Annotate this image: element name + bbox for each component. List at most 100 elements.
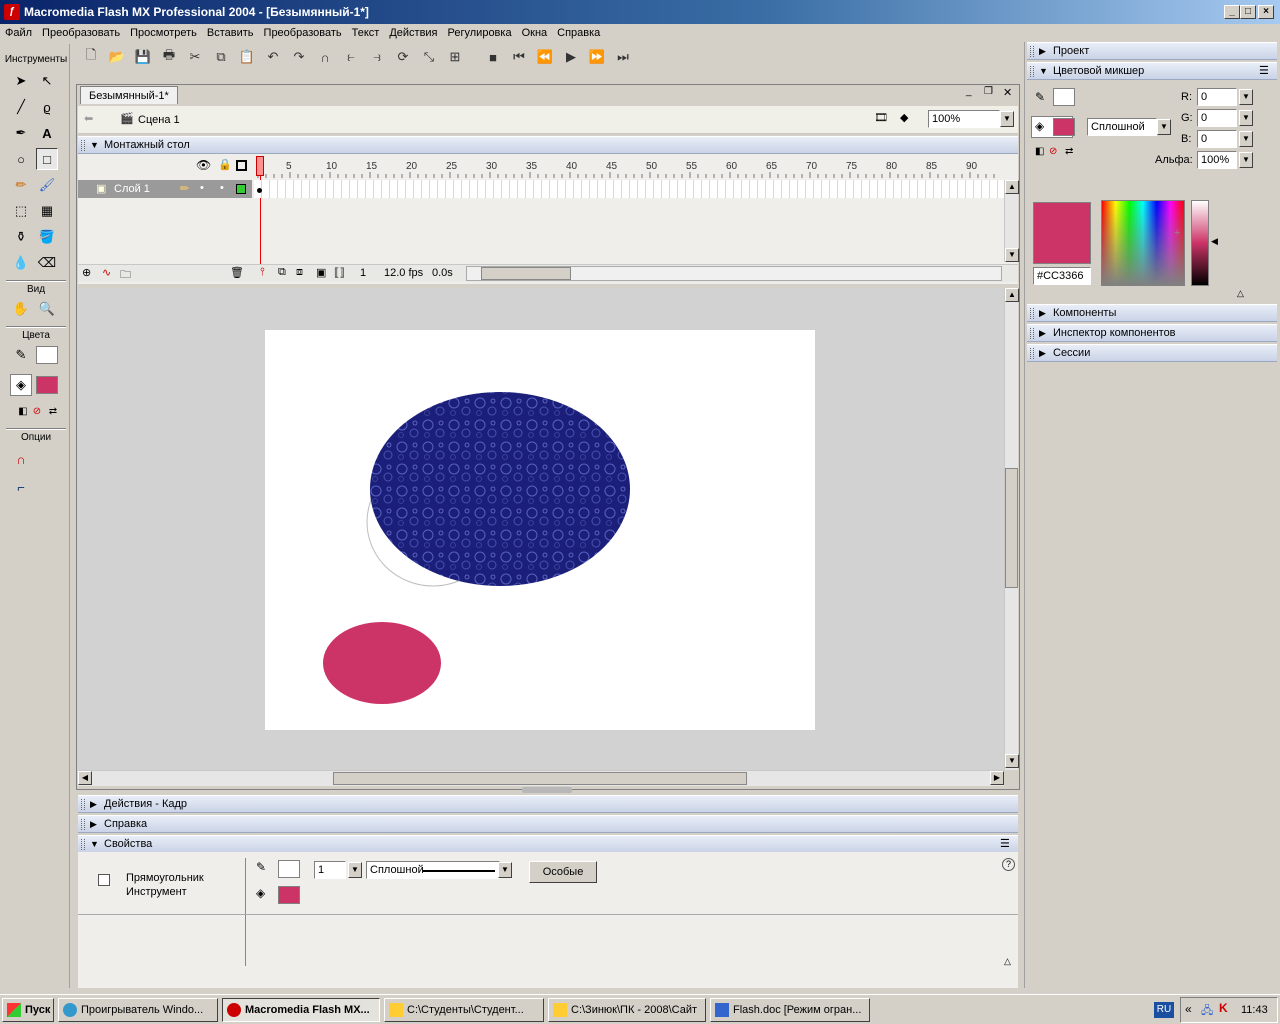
layer-name[interactable]: Слой 1: [114, 183, 150, 195]
timeline-hscroll[interactable]: [466, 266, 1002, 281]
rotate-icon[interactable]: ⟳: [392, 46, 414, 68]
task-media-player[interactable]: Проигрыватель Windo...: [58, 998, 218, 1022]
motion-guide-icon[interactable]: ∿: [102, 266, 111, 279]
g-arrow[interactable]: ▼: [1239, 110, 1253, 126]
redo-icon[interactable]: ↷: [288, 46, 310, 68]
lock-dot[interactable]: •: [220, 182, 224, 194]
properties-panel-header[interactable]: ▼ Свойства ☰: [78, 835, 1018, 853]
keyframe[interactable]: [257, 188, 262, 193]
outline-icon[interactable]: [236, 160, 247, 171]
undo-icon[interactable]: ↶: [262, 46, 284, 68]
align-icon[interactable]: ⊞: [444, 46, 466, 68]
arrow-tool-icon[interactable]: ➤: [10, 70, 32, 92]
menu-modify-2[interactable]: Преобразовать: [259, 27, 347, 39]
hand-tool-icon[interactable]: ✋: [10, 298, 32, 320]
pen-tool-icon[interactable]: ✒: [10, 122, 32, 144]
edit-multiple-icon[interactable]: ▣: [316, 266, 326, 279]
menu-text[interactable]: Текст: [347, 27, 385, 39]
help-icon[interactable]: ?: [1002, 858, 1015, 871]
fill-transform-tool-icon[interactable]: ▦: [36, 200, 58, 222]
save-icon[interactable]: 💾: [132, 46, 154, 68]
menu-file[interactable]: Файл: [0, 27, 37, 39]
mixer-no-color-icon[interactable]: ⊘: [1049, 146, 1057, 157]
task-flash[interactable]: Macromedia Flash MX...: [222, 998, 380, 1022]
expand-props-icon[interactable]: △: [1004, 956, 1011, 967]
layer-color-box[interactable]: [236, 184, 246, 194]
snap-icon[interactable]: ∩: [314, 46, 336, 68]
lock-icon[interactable]: 🔒: [218, 158, 232, 171]
back-arrow-icon[interactable]: ⬅: [84, 112, 93, 125]
fill-type-select[interactable]: Сплошной: [1087, 118, 1157, 136]
pink-ellipse[interactable]: [323, 622, 441, 704]
onion-outline-icon[interactable]: ⧈: [296, 266, 303, 279]
r-arrow[interactable]: ▼: [1239, 89, 1253, 105]
oval-tool-icon[interactable]: ○: [10, 148, 32, 170]
alpha-field[interactable]: 100%: [1197, 151, 1237, 169]
play-icon[interactable]: ▶: [560, 46, 582, 68]
stroke-size-arrow[interactable]: ▼: [348, 862, 362, 878]
open-file-icon[interactable]: 📂: [106, 46, 128, 68]
edit-scene-icon[interactable]: 🎞: [874, 111, 888, 124]
mixer-swap-icon[interactable]: ⇄: [1065, 146, 1073, 157]
menu-modify[interactable]: Преобразовать: [37, 27, 125, 39]
timeline-header[interactable]: ▼ Монтажный стол: [78, 136, 1018, 154]
free-transform-tool-icon[interactable]: ⬚: [10, 200, 32, 222]
smooth-icon[interactable]: ⥼: [340, 46, 362, 68]
fill-color-swatch[interactable]: [36, 376, 58, 394]
task-word-doc[interactable]: Flash.doc [Режим огран...: [710, 998, 870, 1022]
mixer-stroke-swatch[interactable]: [1053, 88, 1075, 106]
stop-icon[interactable]: ■: [482, 46, 504, 68]
ink-bottle-tool-icon[interactable]: ⚱: [10, 226, 32, 248]
maximize-button[interactable]: □: [1240, 5, 1256, 19]
menu-actions[interactable]: Действия: [384, 27, 442, 39]
stage-vscroll-thumb[interactable]: [1005, 468, 1018, 588]
tray-expand-icon[interactable]: «: [1185, 1002, 1192, 1016]
timeline-hscroll-thumb[interactable]: [481, 267, 571, 280]
stage-vscroll[interactable]: ▲ ▼: [1004, 288, 1019, 770]
menu-window[interactable]: Окна: [517, 27, 553, 39]
component-inspector-header[interactable]: ▶ Инспектор компонентов: [1027, 324, 1277, 342]
object-drawing-icon[interactable]: ⌐: [10, 476, 32, 498]
copy-icon[interactable]: ⧉: [210, 46, 232, 68]
doc-minimize-icon[interactable]: _: [966, 86, 972, 97]
lasso-tool-icon[interactable]: ϱ: [36, 96, 58, 118]
zoom-dropdown-arrow[interactable]: ▼: [1000, 111, 1014, 127]
color-mixer-header[interactable]: ▼ Цветовой микшер ☰: [1027, 62, 1277, 80]
stage-canvas[interactable]: [265, 330, 815, 730]
color-spectrum[interactable]: +: [1101, 200, 1185, 286]
stage[interactable]: [265, 330, 815, 730]
onion-skin-icon[interactable]: ⧉: [278, 266, 286, 279]
rectangle-tool-icon[interactable]: □: [36, 148, 58, 170]
line-tool-icon[interactable]: ╱: [10, 96, 32, 118]
actions-panel-header[interactable]: ▶ Действия - Кадр: [78, 795, 1018, 813]
b-arrow[interactable]: ▼: [1239, 131, 1253, 147]
project-panel-header[interactable]: ▶ Проект: [1027, 42, 1277, 60]
zoom-tool-icon[interactable]: 🔍: [36, 298, 58, 320]
step-forward-icon[interactable]: ⏩: [586, 46, 608, 68]
panel-options-icon[interactable]: ☰: [1000, 836, 1010, 853]
alpha-arrow[interactable]: ▼: [1239, 152, 1253, 168]
brightness-slider[interactable]: [1191, 200, 1209, 286]
cut-icon[interactable]: ✂: [184, 46, 206, 68]
mixer-fill-swatch[interactable]: [1053, 118, 1075, 136]
network-icon[interactable]: 🖧: [1201, 1002, 1213, 1021]
frame-row[interactable]: [254, 180, 1004, 198]
center-frame-icon[interactable]: ⫯: [260, 266, 265, 279]
panel-collapse-handle[interactable]: [522, 787, 572, 793]
hex-field[interactable]: #CC3366: [1033, 267, 1091, 285]
stage-hscroll-thumb[interactable]: [333, 772, 747, 785]
onion-markers-icon[interactable]: ⟦⟧: [334, 266, 345, 279]
help-panel-header[interactable]: ▶ Справка: [78, 815, 1018, 833]
timeline-vscroll[interactable]: ▲ ▼: [1004, 180, 1019, 262]
minimize-button[interactable]: _: [1224, 5, 1240, 19]
props-fill-swatch[interactable]: [278, 886, 300, 904]
paint-bucket-tool-icon[interactable]: 🪣: [36, 226, 58, 248]
stroke-style-select[interactable]: Сплошной: [366, 861, 500, 879]
subselect-tool-icon[interactable]: ↖: [36, 70, 58, 92]
rewind-icon[interactable]: ⏮: [508, 46, 530, 68]
custom-button[interactable]: Особые: [529, 861, 597, 883]
eyedropper-tool-icon[interactable]: 💧: [10, 252, 32, 274]
doc-close-icon[interactable]: ✕: [1003, 86, 1012, 99]
brush-tool-icon[interactable]: 🖌: [36, 174, 58, 196]
playhead[interactable]: [256, 156, 264, 176]
